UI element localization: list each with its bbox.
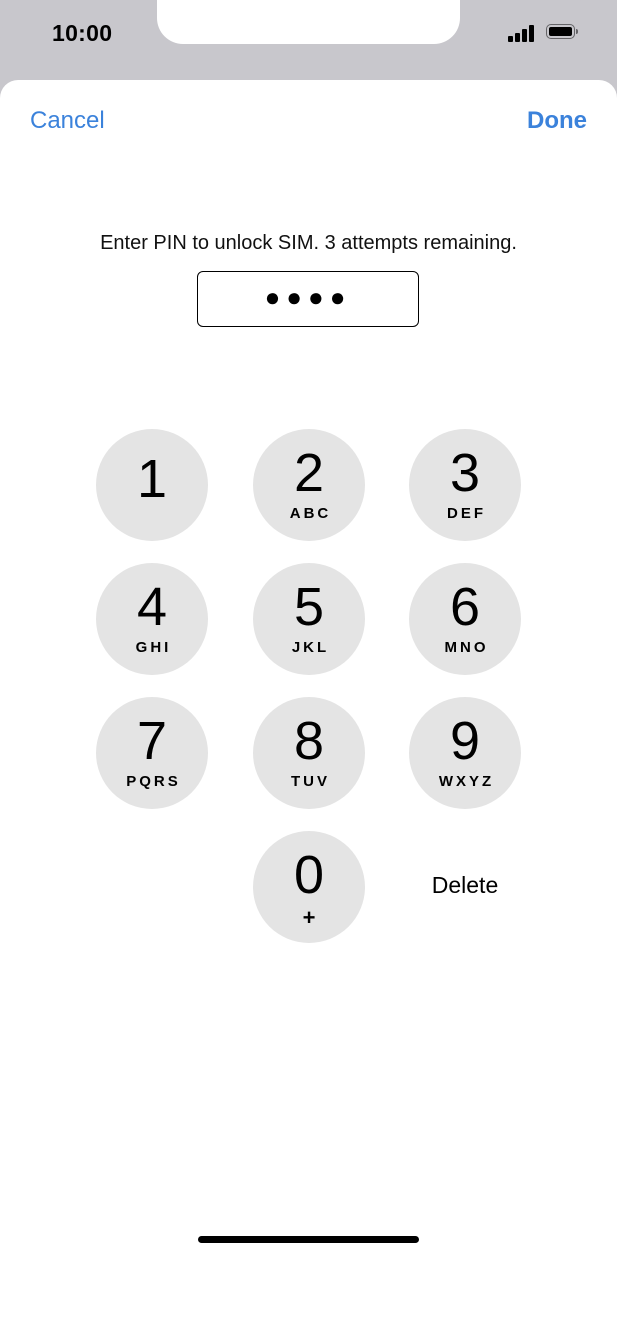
key-digit: 2: [293, 443, 325, 503]
key-2[interactable]: 2 ABC: [253, 429, 365, 541]
key-digit: 7: [136, 711, 168, 771]
cancel-button[interactable]: Cancel: [30, 107, 105, 135]
key-0[interactable]: 0 +: [253, 831, 365, 943]
key-digit: 1: [136, 449, 168, 509]
key-6[interactable]: 6 MNO: [409, 563, 521, 675]
pin-prompt: Enter PIN to unlock SIM. 3 attempts rema…: [100, 232, 517, 254]
key-digit: 5: [293, 577, 325, 637]
key-digit: 9: [449, 711, 481, 771]
key-digit: 6: [449, 577, 481, 637]
key-9[interactable]: 9 WXYZ: [409, 697, 521, 809]
key-digit: 4: [136, 577, 168, 637]
key-letters: MNO: [444, 639, 489, 656]
delete-button[interactable]: Delete: [409, 872, 521, 899]
key-7[interactable]: 7 PQRS: [96, 697, 208, 809]
battery-icon: [546, 24, 580, 41]
pin-input[interactable]: ●●●●: [197, 271, 419, 327]
key-3[interactable]: 3 DEF: [409, 429, 521, 541]
sim-pin-sheet: Cancel Done Enter PIN to unlock SIM. 3 a…: [0, 80, 617, 1336]
key-5[interactable]: 5 JKL: [253, 563, 365, 675]
key-letters: TUV: [291, 773, 330, 790]
key-letters: JKL: [291, 639, 330, 656]
key-letters: +: [302, 905, 316, 930]
key-digit: 0: [293, 845, 325, 905]
home-indicator[interactable]: [198, 1236, 419, 1243]
key-letters: ABC: [289, 505, 332, 522]
status-time: 10:00: [52, 20, 113, 46]
key-letters: DEF: [447, 505, 486, 522]
key-letters: WXYZ: [438, 773, 495, 790]
key-8[interactable]: 8 TUV: [253, 697, 365, 809]
key-digit: 8: [293, 711, 325, 771]
done-button[interactable]: Done: [527, 107, 587, 135]
key-letters: PQRS: [126, 773, 181, 790]
phone-screen: 10:00 Cancel Done Enter PIN to unlock SI…: [0, 0, 617, 1336]
key-1[interactable]: 1: [96, 429, 208, 541]
key-letters: GHI: [135, 639, 172, 656]
device-notch: [157, 0, 460, 44]
key-4[interactable]: 4 GHI: [96, 563, 208, 675]
cellular-signal-icon: [508, 24, 536, 42]
key-digit: 3: [449, 443, 481, 503]
